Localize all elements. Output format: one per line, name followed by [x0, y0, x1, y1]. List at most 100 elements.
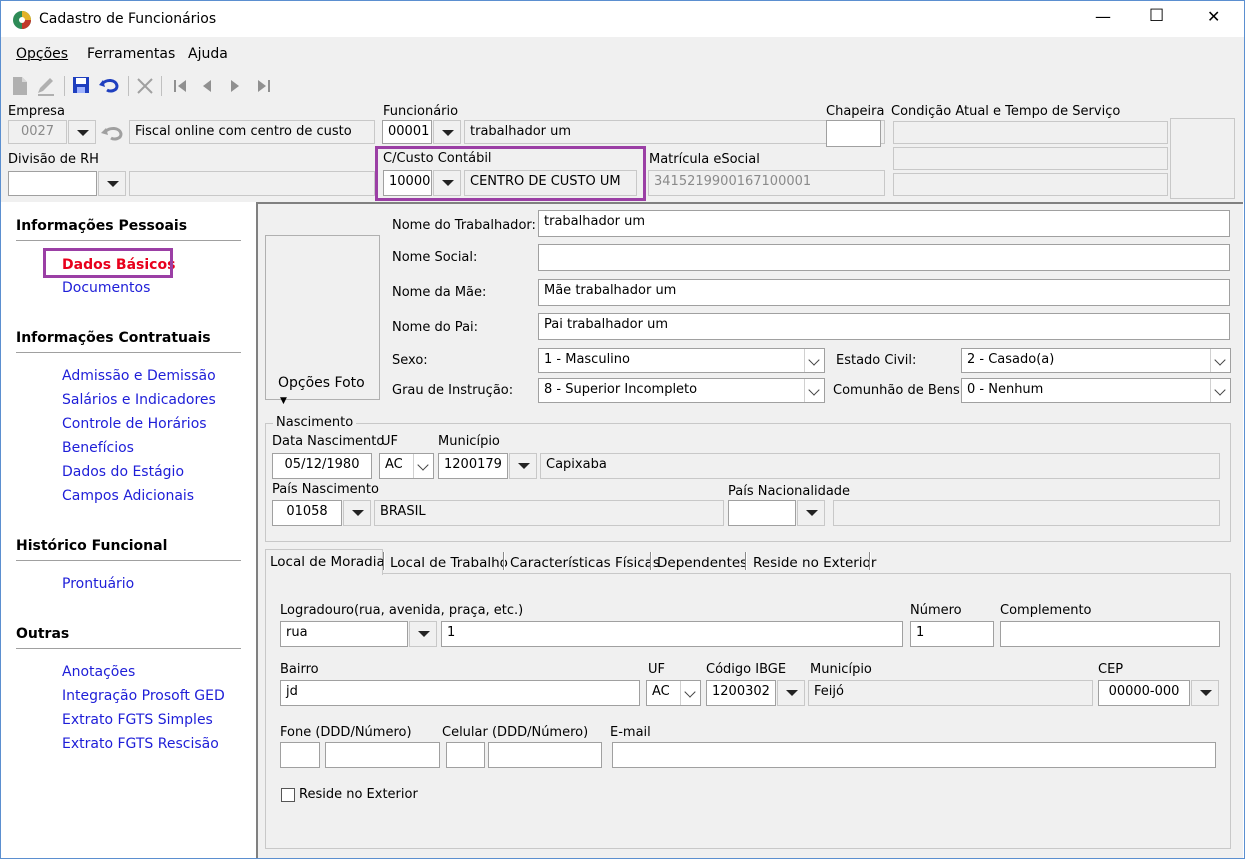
chevron-down-icon	[413, 454, 433, 478]
cep-dropdown-button[interactable]	[1191, 680, 1219, 706]
edit-pencil-icon[interactable]	[35, 76, 57, 96]
sidebar-item-dados-estagio[interactable]: Dados do Estágio	[62, 464, 184, 480]
chapeira-label: Chapeira	[826, 104, 885, 119]
logradouro-tipo-field[interactable]: rua	[280, 621, 408, 647]
divisao-dropdown-button[interactable]	[98, 171, 126, 196]
photo-thumbnail	[1170, 118, 1235, 199]
close-button[interactable]: ✕	[1207, 7, 1220, 26]
sidebar-divider	[16, 352, 241, 353]
numero-field[interactable]: 1	[910, 621, 994, 647]
chapeira-field[interactable]	[826, 120, 881, 147]
sidebar-item-admissao-demissao[interactable]: Admissão e Demissão	[62, 368, 216, 384]
new-document-icon[interactable]	[11, 76, 29, 96]
menu-ferramentas[interactable]: Ferramentas	[87, 46, 175, 62]
nome-pai-field[interactable]: Pai trabalhador um	[538, 313, 1230, 340]
sexo-select[interactable]: 1 - Masculino	[538, 348, 825, 373]
opcoes-foto-button[interactable]: Opções Foto ▼	[270, 372, 378, 406]
tab-caracteristicas-fisicas[interactable]: Características Físicas	[506, 551, 664, 575]
undo-icon[interactable]	[98, 76, 120, 94]
municipio-nascimento-name-field: Capixaba	[540, 453, 1220, 479]
delete-x-icon[interactable]	[136, 77, 154, 95]
pais-nascimento-label: País Nascimento	[272, 482, 379, 497]
logradouro-field[interactable]: 1	[441, 621, 903, 647]
municipio-nascimento-label: Município	[438, 434, 500, 449]
grau-instrucao-select[interactable]: 8 - Superior Incompleto	[538, 378, 825, 403]
pais-nacionalidade-dropdown-button[interactable]	[797, 500, 825, 526]
fone-numero-field[interactable]	[325, 742, 440, 768]
tab-local-trabalho[interactable]: Local de Trabalho	[386, 551, 512, 575]
sidebar-item-prontuario[interactable]: Prontuário	[62, 576, 134, 592]
celular-ddd-field[interactable]	[446, 742, 485, 768]
nome-social-field[interactable]	[538, 244, 1230, 271]
cep-field[interactable]: 00000-000	[1098, 680, 1190, 706]
grau-instrucao-label: Grau de Instrução:	[392, 383, 514, 398]
nome-trabalhador-field[interactable]: trabalhador um	[538, 210, 1230, 237]
tab-separator	[383, 552, 385, 570]
email-field[interactable]	[612, 742, 1216, 768]
nascimento-group-label: Nascimento	[273, 415, 357, 430]
reside-exterior-checkbox[interactable]	[281, 788, 295, 802]
data-nascimento-field[interactable]: 05/12/1980	[272, 453, 372, 479]
menu-opcoes[interactable]: Opções	[16, 46, 68, 62]
last-record-icon[interactable]	[255, 79, 271, 93]
pais-nascimento-dropdown-button[interactable]	[343, 500, 371, 526]
previous-record-icon[interactable]	[201, 79, 213, 93]
minimize-button[interactable]: —	[1095, 7, 1111, 26]
tab-local-moradia[interactable]: Local de Moradia	[265, 549, 385, 575]
tab-reside-exterior[interactable]: Reside no Exterior	[749, 551, 880, 575]
menu-ajuda[interactable]: Ajuda	[188, 46, 228, 62]
sidebar-section-outras: Outras	[16, 626, 70, 642]
estado-civil-select[interactable]: 2 - Casado(a)	[961, 348, 1231, 373]
menu-bar: Opções Ferramentas Ajuda	[1, 37, 1244, 71]
ibge-dropdown-button[interactable]	[777, 680, 805, 706]
bairro-field[interactable]: jd	[280, 680, 640, 706]
sidebar-item-documentos[interactable]: Documentos	[62, 280, 150, 296]
sidebar-item-beneficios[interactable]: Benefícios	[62, 440, 134, 456]
sidebar-item-extrato-fgts-simples[interactable]: Extrato FGTS Simples	[62, 712, 213, 728]
celular-label: Celular (DDD/Número)	[442, 725, 589, 740]
condicao-label: Condição Atual e Tempo de Serviço	[891, 104, 1121, 119]
funcionario-dropdown-button[interactable]	[433, 120, 461, 144]
divisao-code-field[interactable]	[8, 171, 97, 196]
pais-nacionalidade-code-field[interactable]	[728, 500, 796, 526]
uf-moradia-select[interactable]: AC	[646, 680, 701, 706]
empresa-dropdown-button[interactable]	[68, 120, 96, 144]
matricula-label: Matrícula eSocial	[649, 152, 760, 167]
sidebar-item-integracao-ged[interactable]: Integração Prosoft GED	[62, 688, 225, 704]
municipio-nascimento-dropdown-button[interactable]	[509, 453, 537, 479]
title-bar: Cadastro de Funcionários — ☐ ✕	[1, 1, 1244, 37]
municipio-moradia-field: Feijó	[808, 680, 1093, 706]
tab-separator	[503, 552, 505, 570]
funcionario-name-field: trabalhador um	[464, 120, 885, 144]
save-icon[interactable]	[72, 76, 90, 94]
nome-social-label: Nome Social:	[392, 250, 478, 265]
complemento-field[interactable]	[1000, 621, 1220, 647]
comunhao-select[interactable]: 0 - Nenhum	[961, 378, 1231, 403]
first-record-icon[interactable]	[173, 79, 189, 93]
empresa-code-field[interactable]: 0027	[8, 120, 67, 144]
celular-numero-field[interactable]	[488, 742, 602, 768]
tab-dependentes[interactable]: Dependentes	[653, 551, 751, 575]
uf-nascimento-select[interactable]: AC	[379, 453, 434, 479]
nome-mae-field[interactable]: Mãe trabalhador um	[538, 279, 1230, 306]
funcionario-code-field[interactable]: 00001	[382, 120, 432, 144]
sidebar-item-salarios-indicadores[interactable]: Salários e Indicadores	[62, 392, 216, 408]
sidebar-item-campos-adicionais[interactable]: Campos Adicionais	[62, 488, 194, 504]
logradouro-tipo-dropdown-button[interactable]	[409, 621, 437, 647]
sidebar-item-extrato-fgts-rescisao[interactable]: Extrato FGTS Rescisão	[62, 736, 219, 752]
fone-ddd-field[interactable]	[280, 742, 320, 768]
opcoes-foto-label: Opções Foto	[278, 375, 365, 391]
ibge-field[interactable]: 1200302	[706, 680, 776, 706]
refresh-undo-icon[interactable]	[100, 124, 124, 142]
sidebar: Informações Pessoais Dados Básicos Docum…	[1, 202, 254, 858]
sidebar-item-anotacoes[interactable]: Anotações	[62, 664, 135, 680]
maximize-button[interactable]: ☐	[1149, 6, 1164, 26]
municipio-nascimento-code-field[interactable]: 1200179	[438, 453, 508, 479]
sidebar-divider	[16, 648, 241, 649]
sidebar-divider	[16, 560, 241, 561]
chevron-down-icon	[680, 681, 700, 705]
pais-nascimento-code-field[interactable]: 01058	[272, 500, 342, 526]
next-record-icon[interactable]	[229, 79, 241, 93]
sidebar-item-controle-horarios[interactable]: Controle de Horários	[62, 416, 207, 432]
dados-basicos-highlight-box	[43, 248, 173, 278]
